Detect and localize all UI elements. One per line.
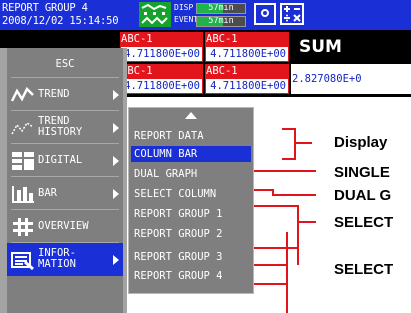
annotation-select-group: SELECT [334,261,394,278]
annotation-line [254,205,299,207]
menu-item-label: OVERVIEW [38,220,89,232]
annotation-display: Display [334,134,388,151]
channel-value: 4.711800E+00 [206,79,288,93]
channel-cell: ABC-1 4.711800E+00 [205,64,289,94]
menu-item-label: TREND [38,88,70,100]
trend-icon [11,85,35,105]
information-icon [11,250,35,270]
menu-item-label: DIGITAL [38,154,83,166]
menu-item-trend-history[interactable]: TREND HISTORY [7,111,123,144]
channel-value: 4.711800E+00 [121,79,202,93]
chevron-right-icon [113,255,119,265]
annotation-line [254,264,288,266]
submenu-item-report-data[interactable]: REPORT DATA [131,128,251,144]
menu-item-trend[interactable]: TREND [7,78,123,111]
trend-history-icon [11,118,35,138]
submenu-item-report-group-2[interactable]: REPORT GROUP 2 [131,226,251,242]
annotation-line [254,170,316,172]
chevron-right-icon [113,123,119,133]
esc-button[interactable]: ESC [7,51,123,78]
overview-icon [11,217,35,237]
annotation-line [297,205,299,265]
sum-label: SUM [291,32,411,62]
event-time-text: 57min [208,16,234,26]
status-header: REPORT GROUP 4 2008/12/02 15:14:50 DISP … [0,0,411,30]
disp-time-text: 57min [208,3,234,13]
channel-tag: ABC-1 [121,33,153,45]
digital-icon [11,151,35,171]
channel-cell: ABC-1 4.711800E+00 [120,64,203,94]
menu-item-digital[interactable]: DIGITAL [7,144,123,177]
information-submenu: REPORT DATA COLUMN BAR DUAL GRAPH SELECT… [128,107,254,294]
submenu-item-dual-graph[interactable]: DUAL GRAPH [131,166,251,182]
chevron-right-icon [113,156,119,166]
submenu-item-report-group-3[interactable]: REPORT GROUP 3 [131,249,251,265]
annotation-line [294,128,296,160]
snapshot-icon [254,3,276,25]
menu-item-label: HISTORY [38,126,83,138]
esc-label: ESC [55,58,75,70]
channel-value: 4.711800E+00 [206,47,288,61]
sum-value: 2.827080E+0 [291,64,411,94]
menu-item-label: MATION [38,258,76,270]
event-display-icon [139,2,171,27]
channel-cell: ABC-1 4.711800E+00 [205,32,289,62]
disp-memory-bar: 57min [196,3,246,14]
event-memory-bar: 57min [196,16,246,27]
event-label: EVENT [174,15,199,24]
chevron-right-icon [113,189,119,199]
channel-cell: ABC-1 4.711800E+00 [120,32,203,62]
display-menu: ESC TREND TREND HISTORY DIGITAL BAR OVER… [0,48,127,313]
annotation-line [254,189,274,191]
math-icon [280,3,304,25]
disp-label: DISP [174,3,194,12]
annotation-line [272,194,316,196]
annotation-dual: DUAL G [334,187,392,204]
annotation-line [286,232,288,313]
menu-item-information[interactable]: INFOR- MATION [7,243,123,276]
annotation-line [254,283,288,285]
annotation-line [282,158,296,160]
annotation-select-column: SELECT [334,214,394,231]
submenu-item-report-group-1[interactable]: REPORT GROUP 1 [131,206,251,222]
bar-icon [11,184,35,204]
menu-item-bar[interactable]: BAR [7,177,123,210]
channel-tag: ABC-1 [206,33,238,45]
menu-item-overview[interactable]: OVERVIEW [7,210,123,243]
annotation-single: SINGLE [334,164,390,181]
submenu-item-column-bar[interactable]: COLUMN BAR [131,146,251,162]
annotation-line [297,221,316,223]
page-title: REPORT GROUP 4 [2,2,88,14]
chevron-right-icon [113,90,119,100]
channel-value: 4.711800E+00 [121,47,202,61]
scroll-up-icon[interactable] [185,112,197,119]
submenu-item-report-group-4[interactable]: REPORT GROUP 4 [131,268,251,284]
menu-item-label: BAR [38,187,57,199]
annotation-line [296,142,312,144]
datetime-display: 2008/12/02 15:14:50 [2,15,119,27]
channel-tag: ABC-1 [206,65,238,77]
annotation-line [254,247,299,249]
submenu-item-select-column[interactable]: SELECT COLUMN [131,186,251,202]
